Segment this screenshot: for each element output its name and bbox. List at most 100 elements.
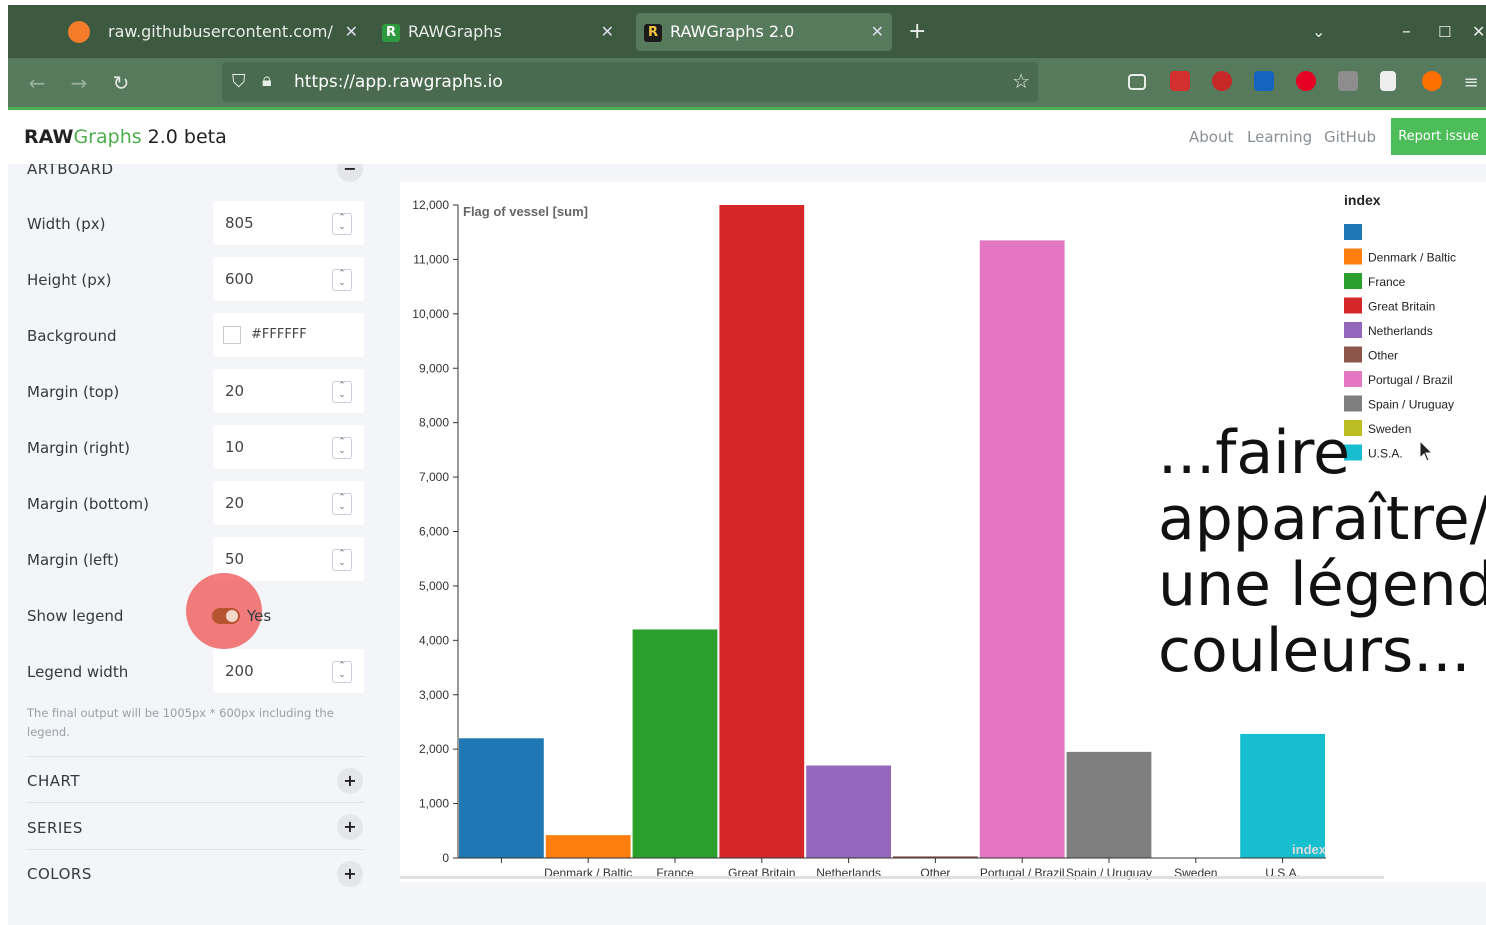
y-tick-label: 9,000 [419, 361, 449, 375]
y-tick-label: 5,000 [419, 579, 449, 593]
legend-width-value: 200 [225, 662, 254, 680]
margin-right-input[interactable]: 10 ⌃ ⌄ [213, 425, 364, 469]
pocket-icon[interactable] [1128, 74, 1146, 90]
section-series[interactable]: SERIES [27, 819, 83, 837]
address-bar[interactable]: ⛉ 🔒︎ https://app.rawgraphs.io ☆ [222, 62, 1038, 102]
legend-swatch [1344, 346, 1362, 363]
y-tick-label: 8,000 [419, 416, 449, 430]
new-tab-button[interactable]: + [908, 13, 926, 51]
legend-width-input[interactable]: 200 ⌃ ⌄ [213, 649, 364, 693]
stepper-icon[interactable]: ⌃ ⌄ [332, 381, 352, 403]
reload-icon[interactable]: ↻ [106, 68, 136, 98]
menu-hamburger-icon[interactable]: ≡ [1456, 68, 1486, 98]
bookmark-star-icon[interactable]: ☆ [1012, 69, 1030, 93]
section-chart[interactable]: CHART [27, 772, 80, 790]
options-sidebar: ARTBOARD − Width (px) 805 ⌃ ⌄ Height (px) … [8, 164, 390, 925]
height-label: Height (px) [27, 271, 112, 289]
browser-tab-bar: raw.githubusercontent.com/ ✕ R RAWGraphs … [8, 5, 1486, 58]
mouse-cursor-icon [1419, 440, 1434, 462]
margin-top-label: Margin (top) [27, 383, 120, 401]
legend-swatch [1344, 273, 1362, 289]
expand-plus-icon[interactable]: + [337, 861, 363, 887]
logo-graphs: Graphs [73, 126, 142, 148]
y-tick-label: 1,000 [419, 797, 449, 811]
show-legend-label: Show legend [27, 607, 124, 625]
nav-learning[interactable]: Learning [1247, 128, 1312, 146]
lock-icon[interactable]: 🔒︎ [262, 70, 272, 91]
maximize-icon[interactable]: ☐ [1438, 13, 1451, 51]
background-label: Background [27, 327, 117, 345]
background-color-input[interactable]: #FFFFFF [213, 313, 364, 357]
minimize-icon[interactable]: – [1402, 13, 1411, 51]
close-icon[interactable]: ✕ [345, 13, 358, 51]
color-swatch[interactable] [223, 326, 241, 344]
extension-badge-icon[interactable] [1254, 71, 1274, 91]
tab-title: raw.githubusercontent.com/ [108, 22, 333, 41]
extension-orange-icon[interactable] [1422, 71, 1442, 91]
expand-plus-icon[interactable]: + [337, 768, 363, 794]
tab-rawgraphs[interactable]: R RAWGraphs ✕ [382, 13, 622, 51]
ublock-icon[interactable] [1212, 71, 1232, 91]
report-issue-button[interactable]: Report issue [1391, 118, 1486, 155]
width-input[interactable]: 805 ⌃ ⌄ [213, 201, 364, 245]
tab-title: RAWGraphs [408, 22, 502, 41]
section-artboard[interactable]: ARTBOARD [27, 164, 114, 178]
stepper-icon[interactable]: ⌃ ⌄ [332, 661, 352, 683]
height-input[interactable]: 600 ⌃ ⌄ [213, 257, 364, 301]
url-text[interactable]: https://app.rawgraphs.io [294, 62, 503, 102]
collapse-minus-icon[interactable]: − [337, 164, 363, 182]
legend-swatch [1344, 248, 1362, 265]
back-arrow-icon[interactable]: ← [22, 68, 52, 98]
bar [1240, 733, 1325, 858]
nav-about[interactable]: About [1189, 128, 1233, 146]
margin-bottom-input[interactable]: 20 ⌃ ⌄ [213, 481, 364, 525]
x-axis-label: index [1292, 842, 1327, 857]
tab-title: RAWGraphs 2.0 [670, 22, 795, 41]
browser-nav-bar: ← → ↻ ⛉ 🔒︎ https://app.rawgraphs.io ☆ ≡ [8, 58, 1486, 108]
legend-label: Denmark / Baltic [1368, 251, 1456, 265]
document-icon[interactable] [1380, 71, 1396, 91]
tab-rawgraphs-2[interactable]: R RAWGraphs 2.0 ✕ [636, 13, 892, 51]
expand-plus-icon[interactable]: + [337, 814, 363, 840]
pinterest-icon[interactable] [1296, 71, 1316, 91]
tab-list-chevron-icon[interactable]: ⌄ [1312, 13, 1325, 51]
window-close-icon[interactable]: ✕ [1472, 13, 1485, 51]
section-colors[interactable]: COLORS [27, 865, 92, 883]
forward-arrow-icon[interactable]: → [64, 68, 94, 98]
nav-github[interactable]: GitHub [1324, 128, 1376, 146]
legend-swatch [1344, 395, 1362, 412]
y-tick-label: 3,000 [419, 688, 449, 702]
stepper-icon[interactable]: ⌃ ⌄ [332, 493, 352, 515]
firefox-icon[interactable] [68, 21, 90, 43]
y-tick-label: 6,000 [419, 525, 449, 539]
y-tick-label: 0 [442, 851, 449, 865]
extension-f-icon[interactable] [1338, 71, 1358, 91]
bar [719, 205, 805, 858]
stepper-icon[interactable]: ⌃ ⌄ [332, 437, 352, 459]
shield-icon[interactable]: ⛉ [232, 71, 246, 92]
margin-top-value: 20 [225, 382, 245, 400]
close-icon[interactable]: ✕ [871, 13, 884, 51]
output-size-note: The final output will be 1005px * 600px … [27, 706, 334, 739]
caption-line: apparaître/d [1158, 484, 1486, 554]
y-tick-label: 2,000 [419, 742, 449, 756]
legend-label: Other [1368, 349, 1398, 363]
tab-raw-githubusercontent[interactable]: raw.githubusercontent.com/ ✕ [108, 13, 358, 51]
legend-swatch [1344, 322, 1362, 338]
margin-top-input[interactable]: 20 ⌃ ⌄ [213, 369, 364, 413]
stepper-icon[interactable]: ⌃ ⌄ [332, 213, 352, 235]
y-tick-label: 4,000 [419, 633, 449, 647]
stepper-icon[interactable]: ⌃ ⌄ [332, 549, 352, 571]
width-label: Width (px) [27, 215, 106, 233]
show-legend-toggle[interactable] [212, 608, 240, 624]
video-caption-overlay: ...faire apparaître/d une légende couleu… [1158, 420, 1486, 684]
show-legend-value: Yes [247, 607, 272, 625]
stepper-icon[interactable]: ⌃ ⌄ [332, 269, 352, 291]
close-icon[interactable]: ✕ [601, 13, 614, 51]
bar [545, 835, 631, 858]
app-logo[interactable]: RAWGraphs 2.0 beta [24, 126, 227, 148]
logo-raw: RAW [24, 126, 74, 148]
height-value: 600 [225, 270, 254, 288]
horizontal-scrollbar[interactable] [400, 876, 1384, 879]
extension-dots-icon[interactable] [1170, 71, 1190, 91]
